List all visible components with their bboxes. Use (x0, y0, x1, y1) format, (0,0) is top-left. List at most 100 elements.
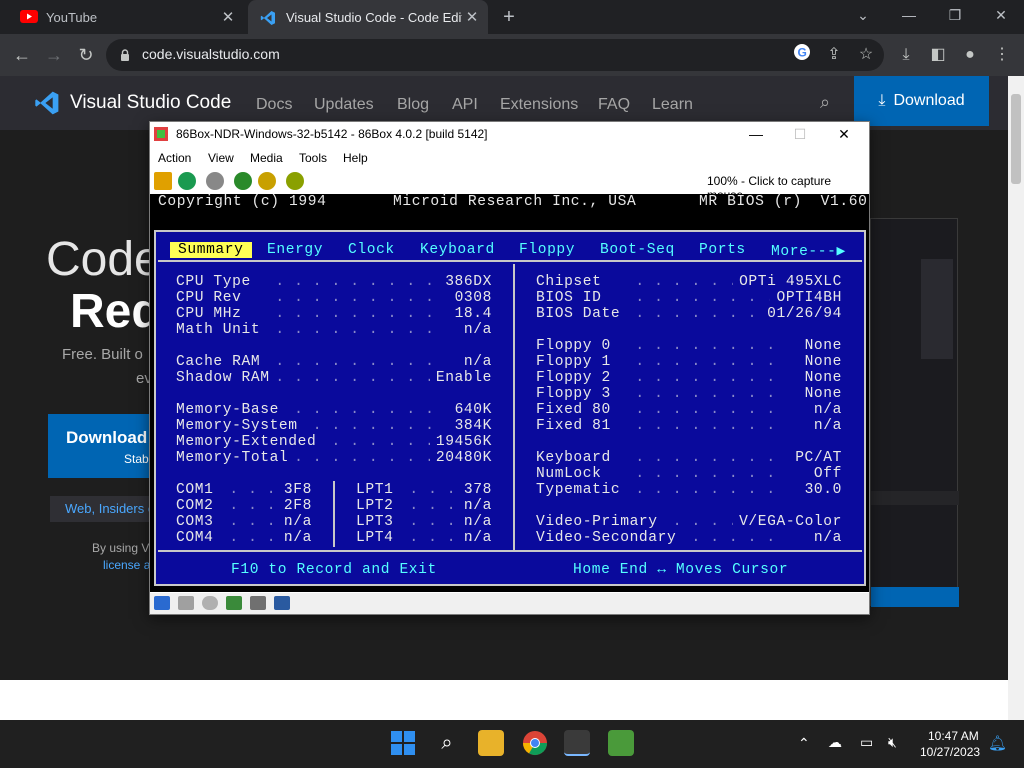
google-lens-icon[interactable]: G (790, 43, 814, 67)
nav-blog[interactable]: Blog (397, 96, 429, 114)
bios-summary-row-value[interactable]: n/a (457, 354, 492, 370)
emulator-minimize-button[interactable]: — (734, 122, 778, 146)
forward-button[interactable]: → (40, 41, 68, 69)
site-brand[interactable]: Visual Studio Code (70, 92, 231, 114)
bios-tab-keyboard[interactable]: Keyboard (420, 242, 495, 258)
bios-summary-row-value[interactable]: None (798, 338, 842, 354)
bios-port-value[interactable]: 3F8 (284, 482, 312, 498)
network-icon[interactable] (226, 596, 242, 610)
download-icon[interactable]: ⤓ (894, 43, 918, 67)
bios-summary-row-value[interactable]: None (798, 386, 842, 402)
bios-tab-boot-seq[interactable]: Boot-Seq (600, 242, 675, 258)
onedrive-icon[interactable]: ☁ (828, 734, 842, 751)
close-tab-icon[interactable]: ✕ (462, 8, 482, 26)
volume-icon[interactable]: 🔇︎ (888, 734, 897, 751)
minimize-button[interactable]: — (886, 0, 932, 30)
tab-vscode[interactable]: Visual Studio Code - Code Editing ✕ (248, 0, 488, 34)
nav-learn[interactable]: Learn (652, 96, 693, 114)
restore-button[interactable]: ❐ (932, 0, 978, 30)
emulator-maximize-button[interactable]: ☐ (778, 122, 822, 146)
bios-port-value[interactable]: n/a (284, 514, 312, 530)
bios-summary-row-value[interactable]: PC/AT (789, 450, 842, 466)
tray-chevron-icon[interactable]: ⌃ (798, 735, 810, 752)
bios-port-value[interactable]: n/a (464, 514, 492, 530)
menu-tools[interactable]: Tools (299, 151, 327, 165)
floppy-icon[interactable] (154, 596, 170, 610)
tab-search-icon[interactable]: ⌄ (840, 0, 886, 30)
bios-summary-row-value[interactable]: Off (807, 466, 842, 482)
side-panel-icon[interactable]: ◧ (926, 43, 950, 67)
search-icon[interactable]: ⌕ (820, 92, 830, 113)
ctrl-alt-del-icon[interactable] (234, 172, 252, 190)
bios-summary-row-value[interactable]: 640K (448, 402, 492, 418)
nav-api[interactable]: API (452, 96, 478, 114)
bios-summary-row-value[interactable]: OPTI4BH (770, 290, 842, 306)
menu-icon[interactable]: ⋮ (990, 43, 1014, 67)
tab-youtube[interactable]: YouTube ✕ (8, 0, 244, 34)
settings-icon[interactable] (286, 172, 304, 190)
network-tray-icon[interactable]: ▭ (860, 734, 873, 751)
close-window-button[interactable]: ✕ (978, 0, 1024, 30)
bios-port-value[interactable]: 378 (464, 482, 492, 498)
bios-screen[interactable]: Copyright (c) 1994 Microid Research Inc.… (150, 194, 869, 592)
nav-extensions[interactable]: Extensions (500, 96, 578, 114)
display-icon[interactable] (250, 596, 266, 610)
bios-tab-floppy[interactable]: Floppy (519, 242, 575, 258)
bios-summary-row-value[interactable]: Enable (429, 370, 492, 386)
bios-summary-row-value[interactable]: V/EGA-Color (733, 514, 842, 530)
back-button[interactable]: ← (8, 41, 36, 69)
share-icon[interactable]: ⇪ (822, 43, 846, 67)
profile-icon[interactable]: ● (958, 43, 982, 67)
bios-tab-energy[interactable]: Energy (267, 242, 323, 258)
menu-help[interactable]: Help (343, 151, 368, 165)
nav-docs[interactable]: Docs (256, 96, 292, 114)
bios-summary-row-value[interactable]: OPTi 495XLC (733, 274, 842, 290)
url-text[interactable]: code.visualstudio.com (142, 46, 280, 62)
bios-summary-row-value[interactable]: 0308 (448, 290, 492, 306)
bios-port-value[interactable]: 2F8 (284, 498, 312, 514)
file-explorer-icon[interactable] (478, 730, 504, 756)
close-tab-icon[interactable]: ✕ (218, 8, 238, 26)
bios-port-value[interactable]: n/a (284, 530, 312, 546)
bios-tab-more[interactable]: More---▶ (771, 242, 846, 260)
bios-summary-row-value[interactable]: 386DX (439, 274, 492, 290)
notification-bell-icon[interactable]: 🔔︎ (988, 734, 1007, 752)
bios-tab-summary[interactable]: Summary (170, 242, 252, 258)
new-tab-button[interactable]: + (497, 5, 521, 29)
menu-media[interactable]: Media (250, 151, 283, 165)
bios-summary-row-value[interactable]: 20480K (429, 450, 492, 466)
notepad-taskbar-icon[interactable] (608, 730, 634, 756)
sound-icon[interactable] (274, 596, 290, 610)
search-icon[interactable]: ⌕ (434, 730, 460, 756)
reset-icon[interactable] (178, 172, 196, 190)
cdrom-icon[interactable] (178, 596, 194, 610)
ctrl-alt-esc-icon[interactable] (258, 172, 276, 190)
nav-updates[interactable]: Updates (314, 96, 374, 114)
menu-view[interactable]: View (208, 151, 234, 165)
bios-summary-row-value[interactable]: 384K (448, 418, 492, 434)
bios-summary-row-value[interactable]: 19456K (429, 434, 492, 450)
disk-icon[interactable] (202, 596, 218, 610)
menu-action[interactable]: Action (158, 151, 191, 165)
power-icon[interactable] (206, 172, 224, 190)
bios-summary-row-value[interactable]: 01/26/94 (761, 306, 842, 322)
scrollbar-thumb[interactable] (1011, 94, 1021, 184)
header-download-button[interactable]: ⤓ Download (854, 76, 989, 126)
bios-port-value[interactable]: n/a (464, 498, 492, 514)
pause-icon[interactable] (154, 172, 172, 190)
start-windows-icon[interactable] (390, 730, 416, 756)
reload-button[interactable]: ↻ (72, 41, 100, 69)
bios-summary-row-value[interactable]: n/a (457, 322, 492, 338)
clock-date[interactable]: 10/27/2023 (920, 745, 980, 759)
bookmark-star-icon[interactable]: ☆ (854, 43, 878, 67)
bios-summary-row-value[interactable]: None (798, 370, 842, 386)
86box-taskbar-icon[interactable] (564, 730, 590, 756)
vscode-logo-icon[interactable] (34, 90, 60, 116)
emulator-close-button[interactable]: ✕ (822, 122, 866, 146)
bios-tab-clock[interactable]: Clock (348, 242, 395, 258)
other-builds-link[interactable]: Web, Insiders e (50, 496, 160, 522)
nav-faq[interactable]: FAQ (598, 96, 630, 114)
bios-summary-row-value[interactable]: 18.4 (448, 306, 492, 322)
chrome-icon[interactable] (522, 730, 548, 756)
bios-summary-row-value[interactable]: n/a (807, 402, 842, 418)
